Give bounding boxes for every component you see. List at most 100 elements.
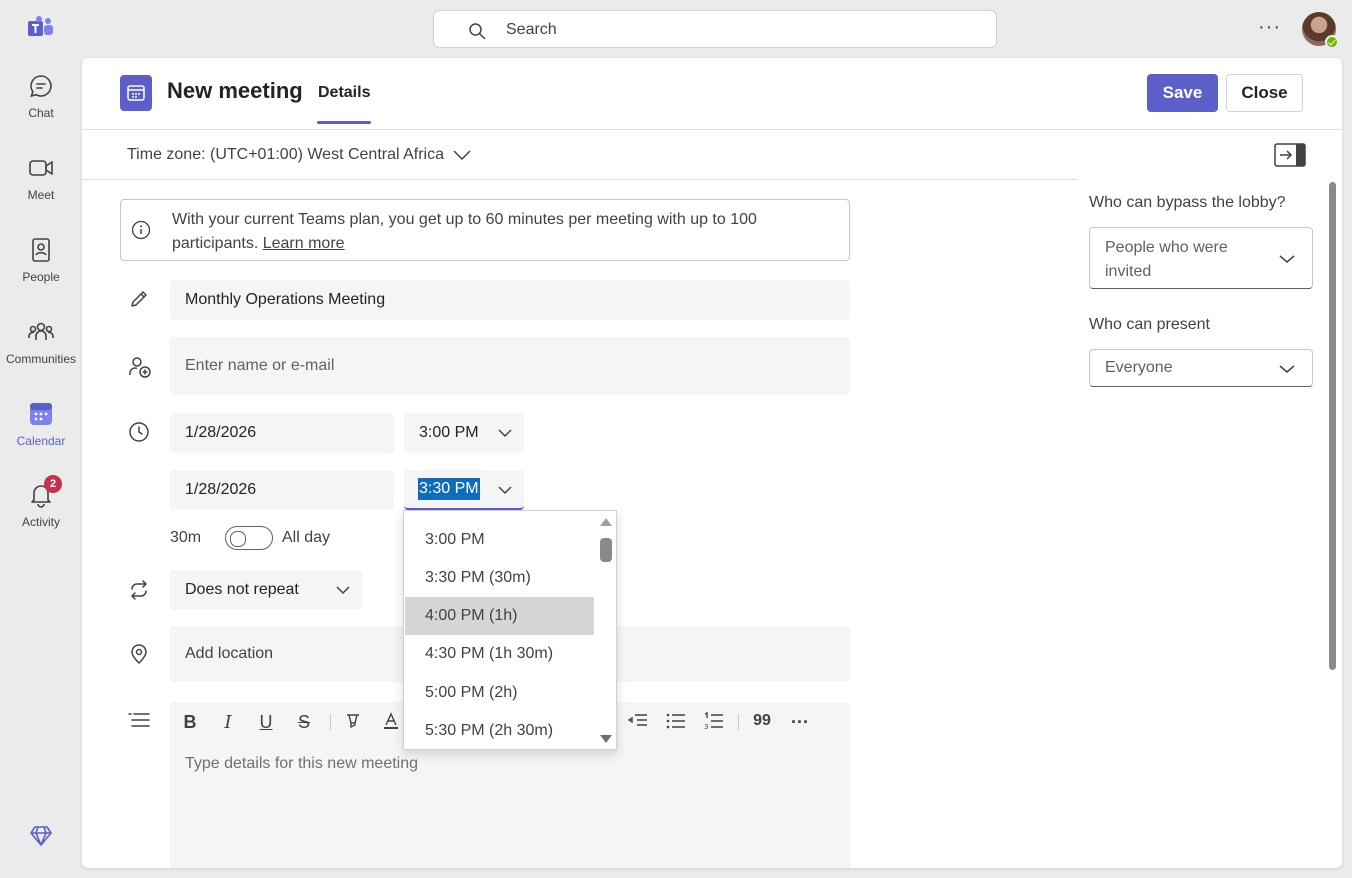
- chevron-down-icon: [498, 429, 512, 438]
- quote-icon[interactable]: 99: [750, 712, 774, 732]
- all-day-label: All day: [282, 529, 331, 546]
- rail-label: Communities: [5, 352, 77, 366]
- text-description-icon: [128, 713, 150, 727]
- video-icon: [29, 160, 53, 176]
- italic-icon[interactable]: I: [216, 712, 240, 733]
- start-time-value: 3:00 PM: [419, 424, 479, 441]
- diamond-premium-icon[interactable]: [29, 824, 53, 848]
- more-options-icon[interactable]: ···: [1258, 16, 1281, 39]
- rail-label: Calendar: [16, 434, 66, 448]
- svg-text:3: 3: [704, 723, 708, 730]
- chevron-down-icon: [1279, 365, 1295, 373]
- decrease-indent-icon[interactable]: [626, 712, 650, 732]
- end-time-select[interactable]: 3:30 PM: [404, 470, 524, 510]
- repeat-icon: [131, 580, 147, 600]
- info-message: With your current Teams plan, you get up…: [172, 211, 757, 252]
- dropdown-scroll-thumb[interactable]: [600, 538, 612, 562]
- rail-label: People: [22, 270, 60, 284]
- people-community-icon: [28, 322, 54, 340]
- bullet-list-icon[interactable]: [664, 712, 688, 732]
- rail-item-chat[interactable]: Chat: [0, 72, 82, 142]
- meeting-title-input[interactable]: Monthly Operations Meeting: [170, 280, 850, 320]
- time-option[interactable]: 3:00 PM: [405, 521, 594, 559]
- more-format-icon[interactable]: ···: [788, 712, 812, 732]
- repeat-value: Does not repeat: [185, 581, 299, 598]
- page-title: New meeting: [167, 78, 303, 103]
- toolbar-divider: [738, 714, 739, 730]
- divider: [82, 179, 1077, 180]
- time-option[interactable]: 5:30 PM (2h 30m): [405, 712, 594, 749]
- time-option[interactable]: 5:00 PM (2h): [405, 674, 594, 712]
- duration-label: 30m: [170, 529, 202, 546]
- pane-scrollbar[interactable]: [1329, 182, 1336, 670]
- timezone-selector[interactable]: Time zone: (UTC+01:00) West Central Afri…: [127, 146, 472, 164]
- end-time-dropdown: 3:00 PM 3:30 PM (30m) 4:00 PM (1h) 4:30 …: [403, 510, 617, 750]
- chevron-down-icon: [336, 586, 350, 595]
- info-icon: [131, 220, 151, 240]
- attendees-input[interactable]: Enter name or e-mail: [170, 337, 850, 395]
- contact-card-icon: [32, 238, 50, 262]
- start-time-select[interactable]: 3:00 PM: [404, 413, 524, 453]
- details-placeholder: Type details for this new meeting: [185, 755, 419, 772]
- search-box[interactable]: Search: [433, 10, 997, 48]
- time-option[interactable]: 4:30 PM (1h 30m): [405, 635, 594, 673]
- chevron-down-icon: [453, 150, 471, 160]
- save-button[interactable]: Save: [1147, 74, 1218, 112]
- avatar[interactable]: [1302, 12, 1339, 49]
- end-time-value: 3:30 PM: [418, 478, 480, 500]
- clock-icon: [129, 422, 149, 442]
- rail-item-people[interactable]: People: [0, 236, 82, 306]
- chat-icon: [30, 75, 52, 98]
- repeat-select[interactable]: Does not repeat: [170, 570, 362, 610]
- rail-item-communities[interactable]: Communities: [0, 318, 82, 388]
- rail-item-meet[interactable]: Meet: [0, 154, 82, 224]
- app-rail: Chat Meet People Communities Calendar 2 …: [0, 0, 82, 878]
- calendar-badge-icon: [120, 75, 152, 111]
- search-placeholder: Search: [506, 21, 557, 38]
- tab-details[interactable]: Details: [318, 84, 370, 102]
- present-select[interactable]: Everyone: [1089, 349, 1313, 387]
- learn-more-link[interactable]: Learn more: [263, 235, 345, 252]
- end-date-input[interactable]: 1/28/2026: [170, 470, 394, 510]
- all-day-toggle[interactable]: [225, 526, 273, 550]
- meeting-form-panel: New meeting Details Save Close Time zone…: [82, 58, 1342, 868]
- scroll-down-arrow-icon[interactable]: [600, 735, 612, 743]
- teams-logo-icon[interactable]: [28, 16, 54, 40]
- presence-available-icon: [1325, 35, 1339, 49]
- bold-icon[interactable]: B: [178, 712, 202, 732]
- close-button[interactable]: Close: [1226, 74, 1303, 112]
- highlight-icon[interactable]: [341, 712, 365, 732]
- pencil-icon: [131, 291, 147, 307]
- plan-info-banner: With your current Teams plan, you get up…: [120, 199, 850, 261]
- lobby-label: Who can bypass the lobby?: [1089, 194, 1286, 211]
- notification-badge: 2: [44, 475, 62, 493]
- present-label: Who can present: [1089, 316, 1210, 333]
- chevron-down-icon: [498, 486, 512, 495]
- rail-label: Meet: [27, 188, 55, 202]
- font-color-icon[interactable]: [379, 712, 403, 732]
- start-date-input[interactable]: 1/28/2026: [170, 413, 394, 453]
- add-person-icon: [129, 357, 151, 378]
- timezone-label: Time zone: (UTC+01:00) West Central Afri…: [127, 146, 444, 163]
- plan-info-text: With your current Teams plan, you get up…: [172, 208, 832, 256]
- location-pin-icon: [131, 644, 147, 665]
- underline-icon[interactable]: U: [254, 712, 278, 732]
- rail-item-activity[interactable]: 2 Activity: [0, 475, 82, 551]
- rail-item-calendar[interactable]: Calendar: [0, 400, 82, 470]
- lobby-select[interactable]: People who were invited: [1089, 227, 1313, 289]
- calendar-icon: [30, 403, 52, 425]
- rail-label: Activity: [21, 515, 60, 529]
- search-icon: [469, 23, 486, 40]
- present-value: Everyone: [1105, 359, 1173, 376]
- time-option-highlighted[interactable]: 4:00 PM (1h): [405, 597, 594, 635]
- expand-pane-icon[interactable]: [1274, 143, 1306, 167]
- strikethrough-icon[interactable]: S: [292, 712, 316, 732]
- scroll-up-arrow-icon[interactable]: [600, 518, 612, 526]
- time-option[interactable]: 3:30 PM (30m): [405, 559, 594, 597]
- numbered-list-icon[interactable]: 3: [702, 711, 726, 732]
- tab-active-indicator: [317, 121, 371, 124]
- chevron-down-icon: [1279, 255, 1295, 263]
- toolbar-divider: [330, 714, 331, 730]
- rail-label: Chat: [28, 106, 54, 120]
- meeting-header: New meeting Details Save Close: [82, 58, 1342, 130]
